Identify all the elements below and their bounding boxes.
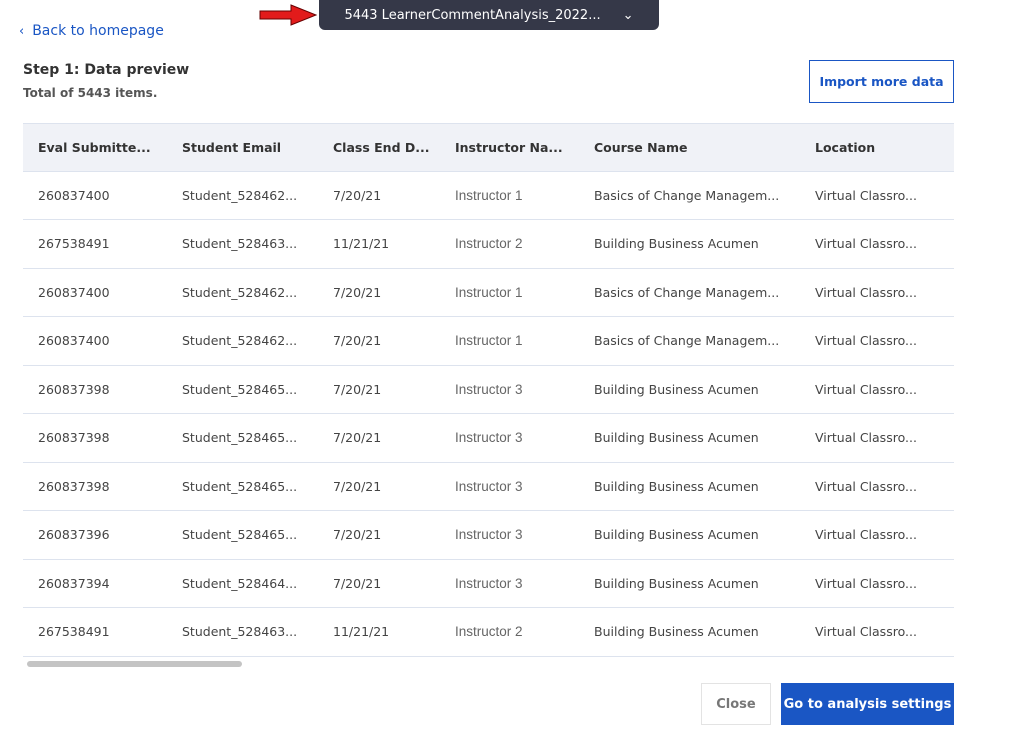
table-cell: 11/21/21 <box>333 236 390 252</box>
table-row[interactable]: 260837400 Student_528462... 7/20/21 Instruc… <box>23 317 954 366</box>
table-cell: Student_528462... <box>182 333 298 349</box>
file-selector-dropdown[interactable]: 5443 LearnerCommentAnalysis_2022... ⌄ <box>319 0 659 30</box>
go-to-analysis-settings-button[interactable]: Go to analysis settings <box>781 683 954 725</box>
table-cell: Virtual Classro... <box>815 381 917 397</box>
table-row[interactable]: 260837396 Student_528465... 7/20/21 Instruc… <box>23 511 954 560</box>
table-cell: Basics of Change Managem... <box>594 333 780 349</box>
table-cell: 7/20/21 <box>333 333 382 349</box>
table-cell: 7/20/21 <box>333 430 382 446</box>
item-count: Total of 5443 items. <box>23 86 158 100</box>
page-title: Step 1: Data preview <box>23 62 190 78</box>
table-cell: Building Business Acumen <box>594 430 759 446</box>
table-cell: Student_528464... <box>182 575 298 591</box>
table-cell: Student_528465... <box>182 430 298 446</box>
table-cell: Building Business Acumen <box>594 478 759 494</box>
table-cell: Instructor 1 <box>455 284 523 300</box>
table-cell: Instructor 3 <box>455 478 523 494</box>
table-cell: 7/20/21 <box>333 527 382 543</box>
table-cell: Virtual Classro... <box>815 333 917 349</box>
table-row[interactable]: 260837400 Student_528462... 7/20/21 Instruc… <box>23 269 954 317</box>
column-header[interactable]: Student Email <box>182 124 281 171</box>
red-arrow-annotation-icon <box>259 4 317 26</box>
table-row[interactable]: 267538491 Student_528463... 11/21/21 Instru… <box>23 220 954 269</box>
table-header: Eval Submitte... Student Email Class End D… <box>23 123 954 172</box>
table-cell: Student_528463... <box>182 624 298 640</box>
table-cell: 267538491 <box>38 236 110 252</box>
table-cell: 267538491 <box>38 624 110 640</box>
table-row[interactable]: 260837400 Student_528462... 7/20/21 Instruc… <box>23 172 954 220</box>
column-header[interactable]: Eval Submitte... <box>38 124 151 171</box>
table-cell: Virtual Classro... <box>815 527 917 543</box>
back-to-homepage-link[interactable]: ‹ Back to homepage <box>19 23 164 39</box>
table-cell: 7/20/21 <box>333 284 382 300</box>
table-cell: Student_528462... <box>182 284 298 300</box>
table-row[interactable]: 260837394 Student_528464... 7/20/21 Instruc… <box>23 560 954 608</box>
data-preview-table: Eval Submitte... Student Email Class End D… <box>23 123 954 657</box>
column-header[interactable]: Location <box>815 124 875 171</box>
column-header[interactable]: Class End D... <box>333 124 429 171</box>
table-cell: Student_528465... <box>182 527 298 543</box>
table-cell: Student_528465... <box>182 478 298 494</box>
table-cell: 7/20/21 <box>333 575 382 591</box>
table-cell: Virtual Classro... <box>815 187 917 203</box>
table-row[interactable]: 260837398 Student_528465... 7/20/21 Instruc… <box>23 366 954 414</box>
table-cell: Instructor 3 <box>455 430 523 446</box>
table-cell: Virtual Classro... <box>815 236 917 252</box>
close-button[interactable]: Close <box>701 683 771 725</box>
table-cell: 7/20/21 <box>333 187 382 203</box>
table-cell: 260837400 <box>38 333 110 349</box>
table-cell: Instructor 3 <box>455 575 523 591</box>
column-header[interactable]: Instructor Na... <box>455 124 563 171</box>
table-cell: 260837400 <box>38 284 110 300</box>
chevron-left-icon: ‹ <box>19 23 25 39</box>
table-cell: Virtual Classro... <box>815 575 917 591</box>
table-row[interactable]: 260837398 Student_528465... 7/20/21 Instruc… <box>23 414 954 463</box>
table-cell: 260837398 <box>38 430 110 446</box>
table-cell: Student_528462... <box>182 187 298 203</box>
table-cell: 260837400 <box>38 187 110 203</box>
table-cell: Instructor 2 <box>455 624 523 640</box>
table-cell: Virtual Classro... <box>815 430 917 446</box>
table-cell: 7/20/21 <box>333 381 382 397</box>
table-cell: 11/21/21 <box>333 624 390 640</box>
table-row[interactable]: 267538491 Student_528463... 11/21/21 Instru… <box>23 608 954 657</box>
table-cell: Basics of Change Managem... <box>594 284 780 300</box>
table-cell: 260837398 <box>38 478 110 494</box>
table-cell: Instructor 3 <box>455 527 523 543</box>
table-cell: Virtual Classro... <box>815 284 917 300</box>
table-cell: Virtual Classro... <box>815 478 917 494</box>
table-row[interactable]: 260837398 Student_528465... 7/20/21 Instruc… <box>23 463 954 511</box>
table-cell: 260837394 <box>38 575 110 591</box>
import-more-data-button[interactable]: Import more data <box>809 60 954 103</box>
table-cell: Basics of Change Managem... <box>594 187 780 203</box>
table-cell: Instructor 1 <box>455 187 523 203</box>
table-cell: 260837396 <box>38 527 110 543</box>
table-cell: Building Business Acumen <box>594 575 759 591</box>
table-cell: Instructor 3 <box>455 381 523 397</box>
table-cell: Instructor 1 <box>455 333 523 349</box>
table-cell: 260837398 <box>38 381 110 397</box>
chevron-down-icon: ⌄ <box>622 7 634 23</box>
table-cell: Student_528463... <box>182 236 298 252</box>
table-cell: Building Business Acumen <box>594 624 759 640</box>
table-cell: 7/20/21 <box>333 478 382 494</box>
table-cell: Building Business Acumen <box>594 381 759 397</box>
horizontal-scrollbar[interactable] <box>27 661 242 667</box>
table-cell: Building Business Acumen <box>594 527 759 543</box>
table-cell: Virtual Classro... <box>815 624 917 640</box>
column-header[interactable]: Course Name <box>594 124 688 171</box>
table-cell: Building Business Acumen <box>594 236 759 252</box>
table-cell: Student_528465... <box>182 381 298 397</box>
table-cell: Instructor 2 <box>455 236 523 252</box>
